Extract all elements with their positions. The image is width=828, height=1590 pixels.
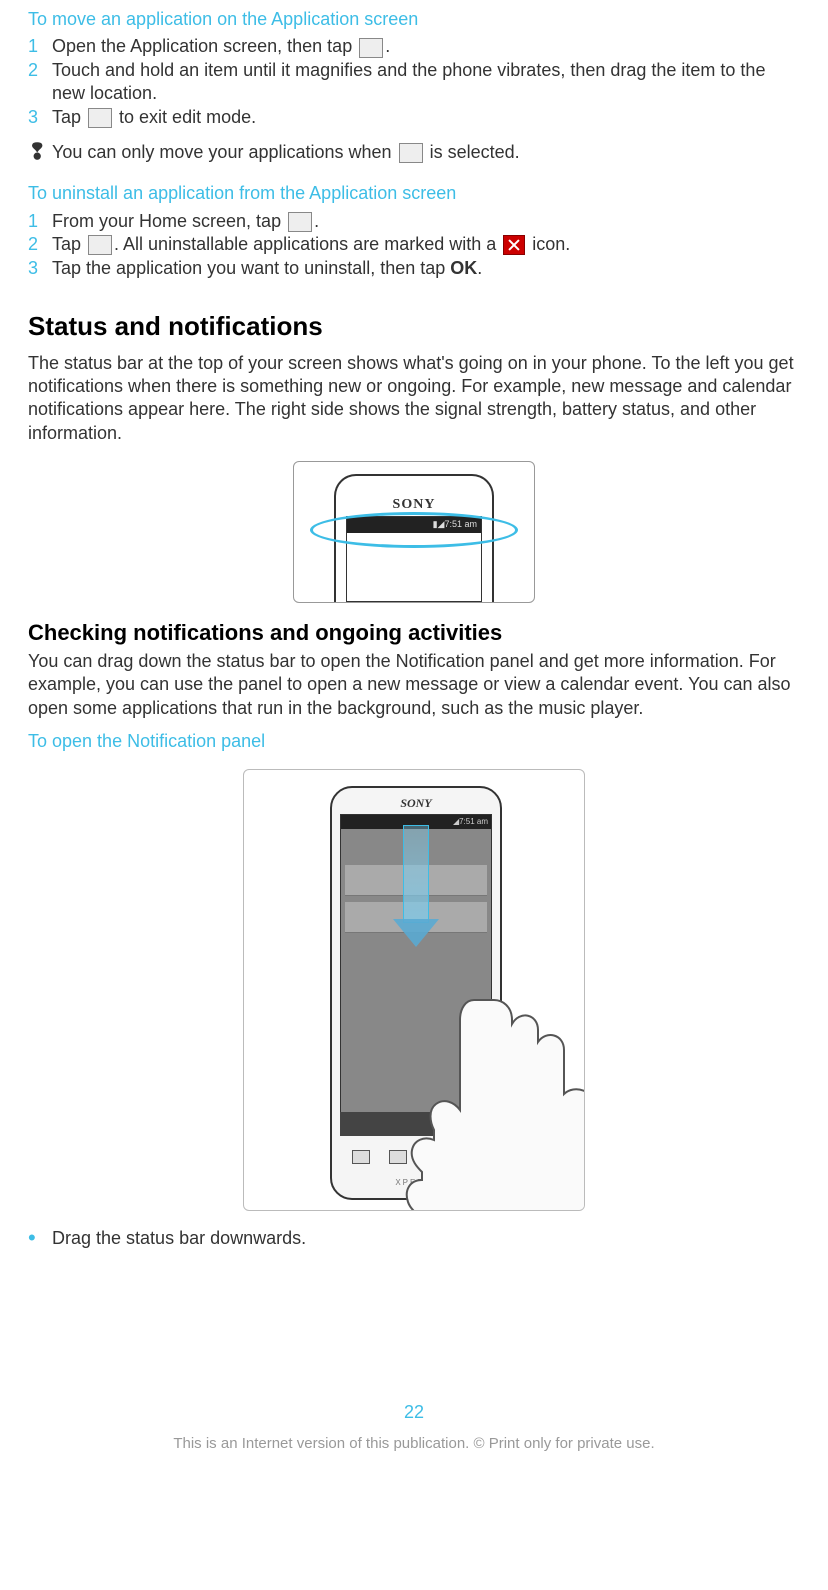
step-number: 1 (28, 210, 52, 233)
page-content: To move an application on the Applicatio… (0, 8, 828, 1474)
phone-illustration-panel: SONY ◢ 7:51 am (243, 769, 585, 1211)
step-text-pre: Open the Application screen, then tap (52, 36, 357, 56)
phone-dock (340, 1112, 492, 1136)
step-text-post: . (385, 36, 390, 56)
search-button-icon (463, 1150, 481, 1164)
figure-status-bar: SONY ▮◢ 7:51 am (28, 461, 800, 603)
ok-label: OK (450, 258, 477, 278)
note-row: ❢ You can only move your applications wh… (28, 141, 800, 164)
bullet-text: Drag the status bar downwards. (52, 1227, 306, 1250)
step-text: Open the Application screen, then tap . (52, 35, 800, 58)
step-text-post: icon. (527, 234, 570, 254)
step-row: 1 From your Home screen, tap . (28, 210, 800, 233)
status-time: 7:51 am (444, 519, 477, 531)
drag-arrow-icon (393, 825, 439, 965)
step-text-mid: . All uninstallable applications are mar… (114, 234, 501, 254)
step-text-pre: From your Home screen, tap (52, 211, 286, 231)
exit-edit-icon (88, 108, 112, 128)
note-post: is selected. (425, 142, 520, 162)
step-number: 3 (28, 106, 52, 129)
step-text-pre: Tap (52, 234, 86, 254)
sort-icon (399, 143, 423, 163)
menu-button-icon (426, 1150, 444, 1164)
step-text-pre: Tap the application you want to uninstal… (52, 258, 450, 278)
step-number: 3 (28, 257, 52, 280)
step-text-post: . (477, 258, 482, 278)
phone-body: SONY ◢ 7:51 am (330, 786, 502, 1200)
step-number: 1 (28, 35, 52, 58)
phone-illustration-top: SONY ▮◢ 7:51 am (293, 461, 535, 603)
phone-brand-label: SONY (336, 496, 492, 514)
step-row: 2 Touch and hold an item until it magnif… (28, 59, 800, 106)
xperia-label: XPERIA (332, 1178, 500, 1188)
step-number: 2 (28, 233, 52, 256)
apps-grid-icon (288, 212, 312, 232)
bullet-row: • Drag the status bar downwards. (28, 1227, 800, 1250)
heading-status-notifications: Status and notifications (28, 310, 800, 344)
page-number: 22 (28, 1401, 800, 1424)
step-row: 2 Tap . All uninstallable applications a… (28, 233, 800, 256)
uninstall-x-icon (503, 235, 525, 255)
phone-brand-label: SONY (332, 796, 500, 812)
grid-add-icon (359, 38, 383, 58)
step-text-post: to exit edit mode. (114, 107, 256, 127)
signal-icon: ▮◢ (433, 519, 445, 531)
heading-checking-notifications: Checking notifications and ongoing activ… (28, 619, 800, 648)
note-text: You can only move your applications when… (52, 141, 800, 164)
home-button-icon (389, 1150, 407, 1164)
step-text: Tap . All uninstallable applications are… (52, 233, 800, 256)
status-body: The status bar at the top of your screen… (28, 352, 800, 446)
step-number: 2 (28, 59, 52, 106)
phone-screen: ◢ 7:51 am (340, 814, 492, 1136)
step-row: 3 Tap to exit edit mode. (28, 106, 800, 129)
heading-open-notification-panel: To open the Notification panel (28, 730, 800, 753)
step-text-pre: Tap (52, 107, 86, 127)
phone-screen: ▮◢ 7:51 am (346, 516, 482, 602)
step-row: 1 Open the Application screen, then tap … (28, 35, 800, 58)
heading-uninstall-app: To uninstall an application from the App… (28, 182, 800, 205)
phone-hw-buttons (342, 1146, 490, 1168)
page-footer: 22 This is an Internet version of this p… (28, 1401, 800, 1474)
step-text-post: . (314, 211, 319, 231)
step-row: 3 Tap the application you want to uninst… (28, 257, 800, 280)
phone-status-bar: ▮◢ 7:51 am (347, 517, 481, 533)
bullet-icon: • (28, 1227, 52, 1250)
step-text: Tap the application you want to uninstal… (52, 257, 800, 280)
heading-move-app: To move an application on the Applicatio… (28, 8, 800, 31)
figure-open-panel: SONY ◢ 7:51 am (28, 769, 800, 1211)
note-pre: You can only move your applications when (52, 142, 397, 162)
status-time: 7:51 am (459, 817, 488, 827)
step-text: Touch and hold an item until it magnifie… (52, 59, 800, 106)
step-text: Tap to exit edit mode. (52, 106, 800, 129)
footer-disclaimer: This is an Internet version of this publ… (28, 1434, 800, 1454)
back-button-icon (352, 1150, 370, 1164)
info-icon: ❢ (28, 141, 52, 163)
step-text: From your Home screen, tap . (52, 210, 800, 233)
phone-bezel: SONY ▮◢ 7:51 am (334, 474, 494, 602)
checking-body: You can drag down the status bar to open… (28, 650, 800, 720)
grid-add-icon (88, 235, 112, 255)
